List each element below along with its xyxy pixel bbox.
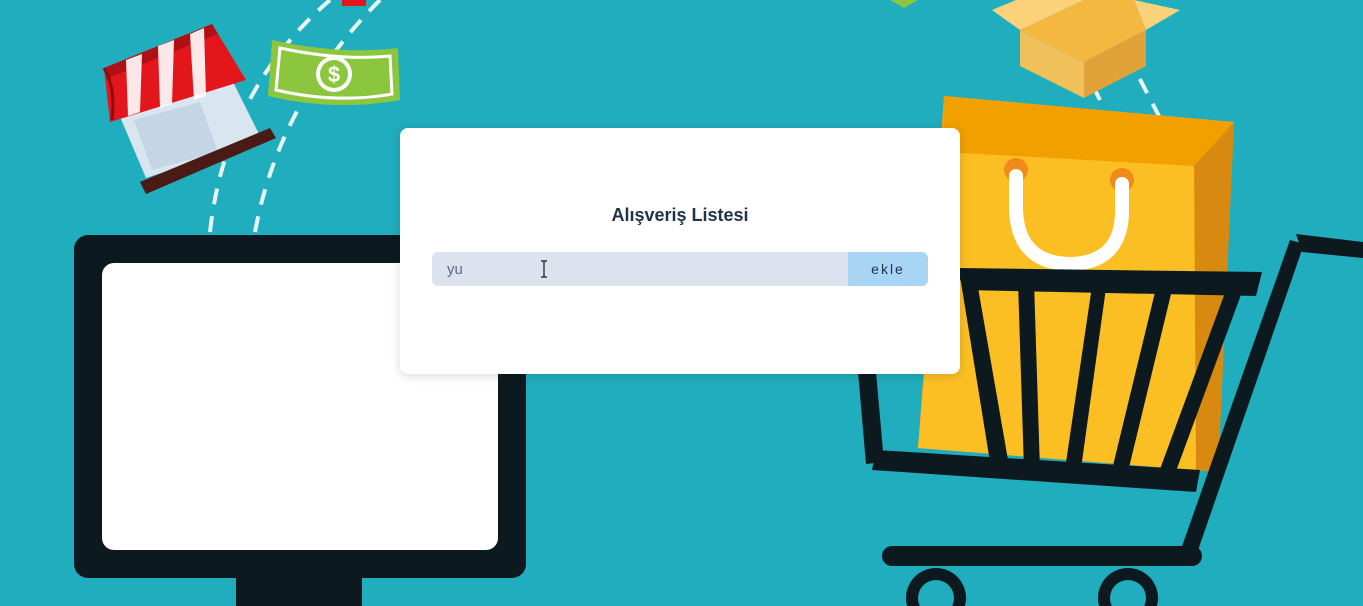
store-awning-fragment — [342, 0, 366, 6]
card-title: Alışveriş Listesi — [611, 205, 749, 225]
box-icon — [992, 0, 1180, 98]
add-item-form: ekle — [432, 252, 928, 286]
bill-fragment — [890, 0, 918, 8]
shopping-list-card: Alışveriş Listesi ekle — [400, 128, 960, 374]
svg-text:$: $ — [328, 62, 340, 87]
text-cursor-icon — [541, 260, 547, 278]
item-input[interactable] — [432, 252, 848, 286]
money-bill-icon: $ — [268, 40, 400, 106]
add-button[interactable]: ekle — [848, 252, 928, 286]
store-icon — [102, 24, 276, 194]
